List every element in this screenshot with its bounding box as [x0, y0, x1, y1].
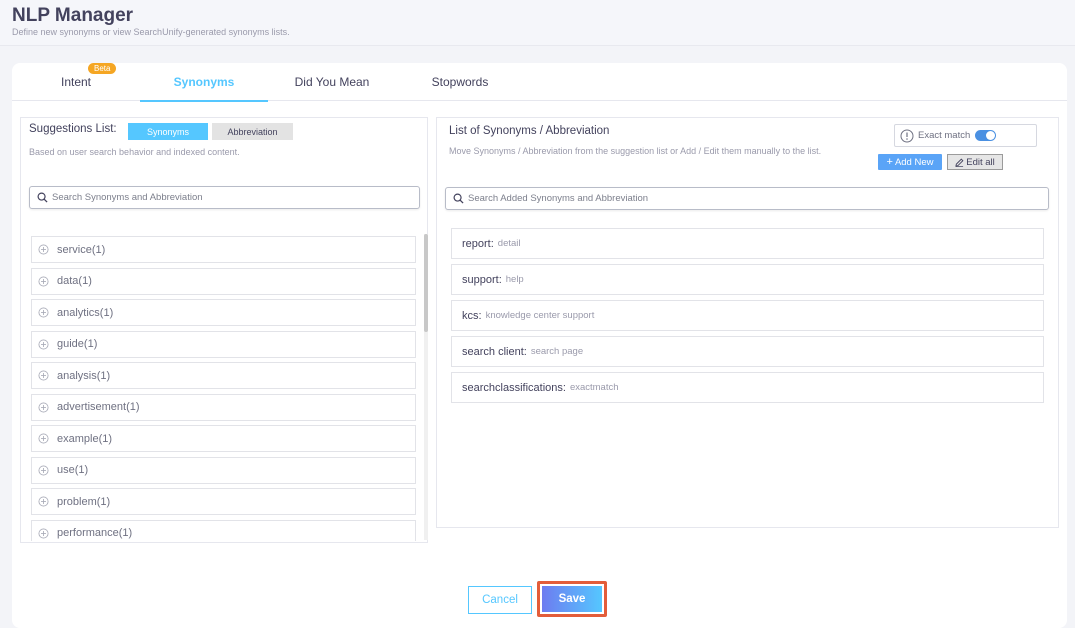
add-circle-icon: [38, 465, 49, 475]
added-synonyms-search-input[interactable]: [468, 190, 1038, 207]
add-circle-icon: [38, 307, 49, 318]
list-item[interactable]: performance(1): [31, 519, 416, 541]
add-circle-icon: [38, 339, 49, 349]
tab-synonyms[interactable]: Synonyms: [140, 63, 268, 102]
added-synonyms-search: [445, 187, 1049, 210]
list-item[interactable]: use(1): [31, 456, 416, 484]
add-circle-icon: [38, 402, 49, 412]
add-circle-icon: [38, 244, 49, 255]
synonym-row[interactable]: report: detail: [451, 228, 1044, 259]
list-item-label: performance(1): [57, 527, 133, 539]
search-icon: [453, 193, 464, 204]
list-item[interactable]: example(1): [31, 425, 416, 452]
suggestions-title: Suggestions List:: [29, 123, 117, 135]
list-item[interactable]: guide(1): [31, 330, 416, 358]
edit-all-button[interactable]: Edit all: [947, 154, 1003, 170]
list-item-label: service(1): [57, 243, 106, 256]
synonym-key: searchclassifications:: [462, 381, 566, 394]
synonyms-toggle-button[interactable]: Synonyms: [128, 123, 208, 140]
synonym-key: search client:: [462, 345, 527, 358]
pencil-icon: [955, 158, 964, 167]
suggestions-description: Based on user search behavior and indexe…: [29, 147, 240, 157]
add-circle-icon: [38, 276, 49, 286]
search-icon: [37, 192, 48, 203]
synonym-row[interactable]: kcs: knowledge center support: [451, 300, 1044, 331]
synonym-value: help: [505, 274, 524, 285]
synonym-key: kcs:: [462, 309, 482, 322]
cancel-button[interactable]: Cancel: [468, 586, 532, 614]
suggestions-panel: Suggestions List: Synonyms Abbreviation …: [20, 117, 428, 543]
synonyms-list-panel: List of Synonyms / Abbreviation Move Syn…: [436, 117, 1059, 528]
exact-match-control: Exact match: [894, 124, 1037, 147]
synonym-row[interactable]: support: help: [451, 264, 1044, 295]
page-title: NLP Manager: [12, 5, 134, 26]
synonym-value: exactmatch: [569, 382, 619, 393]
synonym-value: detail: [497, 238, 521, 249]
info-icon: [900, 129, 914, 142]
list-item-label: problem(1): [57, 495, 111, 508]
exact-match-label: Exact match: [918, 130, 971, 141]
suggestions-search-input[interactable]: [52, 189, 412, 206]
exact-match-toggle[interactable]: [975, 130, 997, 141]
list-item[interactable]: analysis(1): [31, 362, 416, 389]
suggestions-scrollbar[interactable]: [424, 234, 428, 540]
abbreviation-toggle-button[interactable]: Abbreviation: [212, 123, 293, 140]
synonym-row[interactable]: search client: search page: [451, 336, 1044, 367]
add-circle-icon: [38, 433, 49, 444]
list-item-label: use(1): [57, 464, 89, 476]
tab-stopwords-label: Stopwords: [431, 75, 489, 89]
list-item-label: guide(1): [57, 338, 98, 350]
add-circle-icon: [38, 370, 49, 381]
plus-icon: +: [886, 156, 893, 168]
list-item[interactable]: data(1): [31, 267, 416, 295]
synonym-row[interactable]: searchclassifications: exactmatch: [451, 372, 1044, 403]
tab-did-you-mean[interactable]: Did You Mean: [282, 63, 382, 101]
synonyms-list-title: List of Synonyms / Abbreviation: [449, 125, 610, 137]
page-subtitle: Define new synonyms or view SearchUnify-…: [12, 27, 290, 37]
list-item-label: advertisement(1): [57, 401, 140, 413]
list-item-label: data(1): [57, 275, 92, 287]
tab-synonyms-label: Synonyms: [173, 75, 235, 89]
synonym-value: search page: [530, 346, 584, 357]
list-item[interactable]: problem(1): [31, 488, 416, 515]
tab-intent-label: Intent: [60, 75, 92, 89]
suggestions-list: service(1) data(1) analytics(1) guide(1)…: [31, 233, 416, 541]
list-item[interactable]: advertisement(1): [31, 393, 416, 421]
add-circle-icon: [38, 496, 49, 507]
beta-badge: Beta: [88, 63, 117, 74]
add-new-label: Add New: [894, 156, 934, 168]
synonym-key: report:: [462, 237, 494, 250]
add-new-button[interactable]: + Add New: [878, 154, 942, 170]
suggestions-search: [29, 186, 420, 209]
list-item[interactable]: service(1): [31, 236, 416, 263]
synonym-value: knowledge center support: [485, 310, 595, 321]
tab-bar: Intent Beta Synonyms Did You Mean Stopwo…: [12, 63, 1067, 102]
scrollbar-thumb[interactable]: [424, 234, 428, 332]
tab-stopwords[interactable]: Stopwords: [420, 63, 500, 101]
synonym-key: support:: [462, 273, 502, 286]
list-item-label: analytics(1): [57, 306, 114, 319]
tab-did-you-mean-label: Did You Mean: [294, 75, 370, 89]
list-item-label: analysis(1): [57, 369, 111, 382]
list-item[interactable]: analytics(1): [31, 299, 416, 326]
nlp-card: Intent Beta Synonyms Did You Mean Stopwo…: [12, 63, 1067, 628]
edit-all-label: Edit all: [966, 156, 995, 168]
save-button[interactable]: Save: [542, 586, 602, 612]
page-header: NLP Manager Define new synonyms or view …: [0, 0, 1075, 46]
synonyms-list-description: Move Synonyms / Abbreviation from the su…: [449, 146, 822, 156]
list-item-label: example(1): [57, 432, 113, 445]
add-circle-icon: [38, 528, 49, 538]
